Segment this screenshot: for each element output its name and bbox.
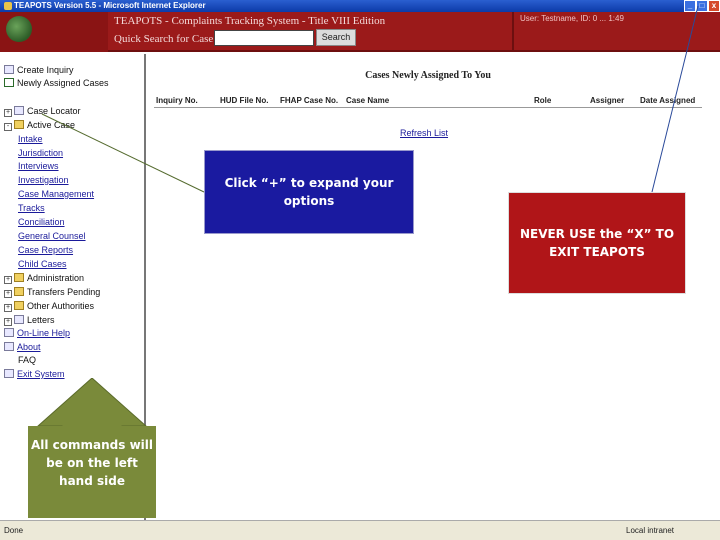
status-bar: Done Local intranet	[0, 520, 720, 540]
folder-icon	[14, 287, 24, 296]
document-icon	[4, 65, 14, 74]
nav-label: On-Line Help	[17, 328, 71, 338]
nav-general-counsel[interactable]: General Counsel	[18, 230, 86, 242]
quick-search-input[interactable]	[214, 30, 314, 46]
column-header[interactable]: Case Name	[346, 96, 389, 105]
info-icon	[4, 342, 14, 351]
globe-logo-icon	[6, 16, 32, 42]
user-info: User: Testname, ID: 0 ... 1:49	[520, 14, 624, 23]
nav-child-cases[interactable]: Child Cases	[18, 258, 67, 270]
table-header: Inquiry No. HUD File No. FHAP Case No. C…	[154, 96, 702, 108]
expand-toggle[interactable]: +	[4, 276, 12, 284]
nav-label: Create Inquiry	[17, 65, 74, 75]
expand-options-callout: Click “+” to expand your options	[204, 150, 414, 234]
quick-search-label: Quick Search for Case	[114, 33, 214, 45]
nav-administration[interactable]: + Administration	[4, 272, 84, 284]
nav-tracks[interactable]: Tracks	[18, 202, 45, 214]
nav-label: About	[17, 342, 41, 352]
nav-label: Administration	[27, 273, 85, 283]
folder-icon	[14, 301, 24, 310]
nav-faq[interactable]: FAQ	[18, 354, 36, 366]
nav-interviews[interactable]: Interviews	[18, 160, 59, 172]
nav-case-management[interactable]: Case Management	[18, 188, 94, 200]
folder-icon	[14, 273, 24, 282]
page-title: Cases Newly Assigned To You	[365, 70, 491, 81]
checkbox-icon	[4, 78, 14, 87]
nav-letters[interactable]: + Letters	[4, 314, 55, 326]
nav-jurisdiction[interactable]: Jurisdiction	[18, 147, 63, 159]
maximize-button[interactable]: □	[696, 0, 708, 12]
header-user-panel: User: Testname, ID: 0 ... 1:49	[512, 12, 720, 52]
app-header: TEAPOTS - Complaints Tracking System - T…	[0, 12, 720, 52]
magnifier-icon	[14, 106, 24, 115]
nav-transfers-pending[interactable]: + Transfers Pending	[4, 286, 100, 298]
window-title: TEAPOTS Version 5.5 - Microsoft Internet…	[14, 1, 206, 10]
logo-area	[0, 12, 108, 52]
exit-warning-callout: NEVER USE the “X” TO EXIT TEAPOTS	[508, 192, 686, 294]
nav-label: Transfers Pending	[27, 287, 101, 297]
nav-create-inquiry[interactable]: Create Inquiry	[4, 64, 74, 76]
nav-case-reports[interactable]: Case Reports	[18, 244, 73, 256]
nav-case-locator[interactable]: + Case Locator	[4, 105, 81, 117]
nav-intake[interactable]: Intake	[18, 133, 43, 145]
expand-toggle[interactable]: +	[4, 290, 12, 298]
minimize-button[interactable]: _	[684, 0, 696, 12]
column-header[interactable]: Role	[534, 96, 551, 105]
refresh-list-link[interactable]: Refresh List	[400, 128, 448, 138]
status-text: Done	[4, 526, 24, 535]
window-titlebar: TEAPOTS Version 5.5 - Microsoft Internet…	[0, 0, 720, 12]
close-button[interactable]: x	[708, 0, 720, 12]
expand-toggle[interactable]: +	[4, 109, 12, 117]
help-icon	[4, 328, 14, 337]
nav-label: Newly Assigned Cases	[17, 78, 109, 88]
nav-label: Letters	[27, 315, 55, 325]
column-header[interactable]: Assigner	[590, 96, 624, 105]
exit-icon	[4, 369, 14, 378]
nav-about[interactable]: About	[4, 341, 41, 353]
commands-callout: All commands will be on the left hand si…	[30, 438, 154, 488]
collapse-toggle[interactable]: -	[4, 123, 12, 131]
nav-active-case[interactable]: - Active Case	[4, 119, 75, 131]
column-header[interactable]: Date Assigned	[640, 96, 695, 105]
document-icon	[14, 315, 24, 324]
column-header[interactable]: Inquiry No.	[156, 96, 198, 105]
ie-icon	[4, 1, 12, 10]
callout-text: Click “+” to expand your options	[224, 176, 394, 208]
nav-online-help[interactable]: On-Line Help	[4, 327, 70, 339]
search-button[interactable]: Search	[316, 29, 356, 46]
nav-label: Case Locator	[27, 106, 81, 116]
nav-conciliation[interactable]: Conciliation	[18, 216, 65, 228]
zone-text: Local intranet	[626, 526, 675, 535]
folder-icon	[14, 120, 24, 129]
nav-label: Other Authorities	[27, 301, 95, 311]
column-header[interactable]: FHAP Case No.	[280, 96, 338, 105]
expand-toggle[interactable]: +	[4, 304, 12, 312]
app-title: TEAPOTS - Complaints Tracking System - T…	[114, 15, 386, 27]
expand-toggle[interactable]: +	[4, 318, 12, 326]
nav-other-authorities[interactable]: + Other Authorities	[4, 300, 94, 312]
callout-text: NEVER USE the “X” TO EXIT TEAPOTS	[519, 227, 675, 259]
column-header[interactable]: HUD File No.	[220, 96, 268, 105]
screen: TEAPOTS Version 5.5 - Microsoft Internet…	[0, 0, 720, 540]
nav-newly-assigned-cases[interactable]: Newly Assigned Cases	[4, 77, 109, 89]
nav-label: Active Case	[27, 120, 76, 130]
window-controls: _ □ x	[684, 0, 720, 12]
nav-investigation[interactable]: Investigation	[18, 174, 69, 186]
